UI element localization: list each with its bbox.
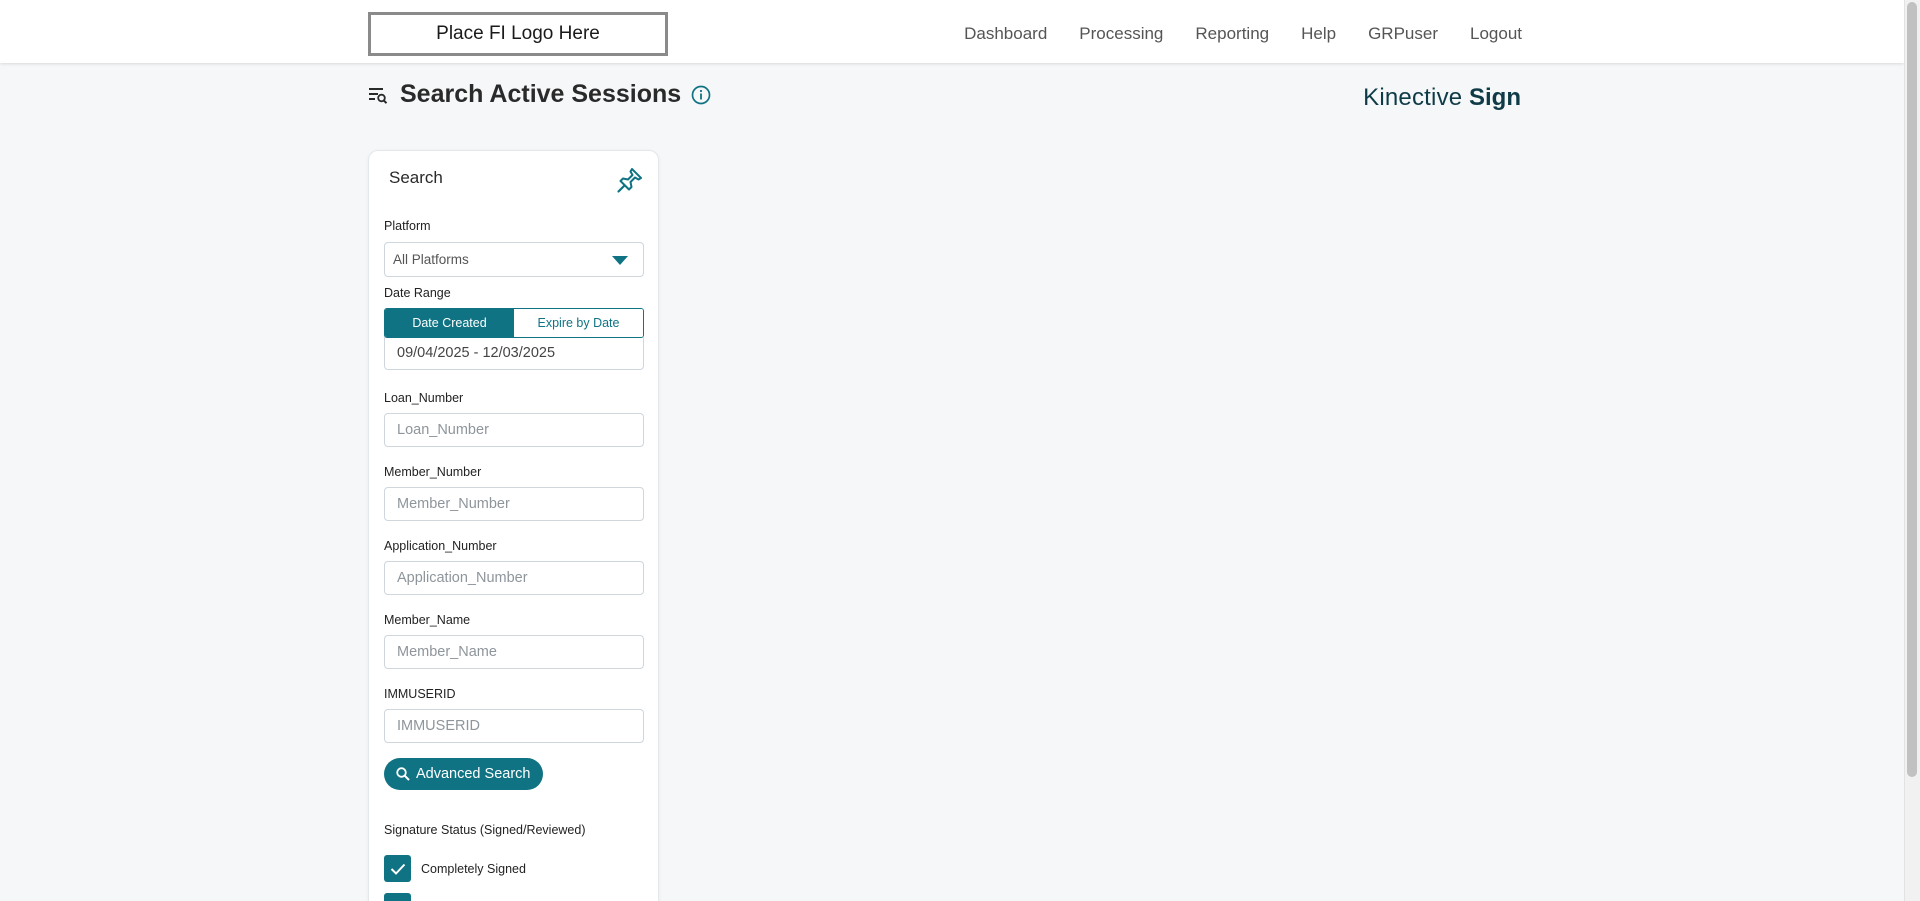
scrollbar-thumb[interactable]: [1907, 2, 1917, 777]
signature-status-label: Signature Status (Signed/Reviewed): [384, 823, 586, 837]
nav-dashboard[interactable]: Dashboard: [964, 24, 1047, 44]
date-range-label: Date Range: [384, 286, 451, 300]
member-number-label: Member_Number: [384, 465, 482, 479]
check-icon: [390, 863, 405, 875]
application-number-input[interactable]: [384, 561, 644, 595]
brand-logo: Kinective Sign: [1363, 84, 1521, 112]
advanced-search-button[interactable]: Advanced Search: [384, 758, 544, 790]
search-panel-title: Search: [389, 168, 443, 187]
checkbox[interactable]: [384, 893, 411, 901]
fi-logo-placeholder[interactable]: Place FI Logo Here: [368, 12, 668, 56]
brand-name: Kinective: [1363, 84, 1463, 111]
nav-help[interactable]: Help: [1301, 24, 1336, 44]
date-range-toggle: Date Created Expire by Date: [384, 308, 644, 338]
search-icon: [396, 767, 410, 781]
nav-user[interactable]: GRPuser: [1368, 24, 1438, 44]
page-scrollbar[interactable]: [1904, 0, 1920, 901]
loan-number-label: Loan_Number: [384, 391, 464, 405]
chevron-down-icon: [612, 256, 628, 265]
date-created-toggle[interactable]: Date Created: [385, 309, 514, 337]
expire-by-date-toggle[interactable]: Expire by Date: [514, 309, 643, 337]
immuserid-input[interactable]: [384, 709, 644, 743]
application-number-label: Application_Number: [384, 539, 497, 553]
search-list-icon: [369, 87, 388, 104]
advanced-search-label: Advanced Search: [416, 766, 531, 782]
info-icon[interactable]: [691, 85, 711, 105]
platform-label: Platform: [384, 219, 431, 233]
checkbox-status-2[interactable]: [384, 893, 411, 901]
platform-select[interactable]: All Platforms: [384, 242, 644, 277]
member-name-label: Member_Name: [384, 613, 471, 627]
loan-number-input[interactable]: [384, 413, 644, 447]
pin-icon[interactable]: [615, 165, 645, 195]
platform-select-value: All Platforms: [393, 252, 469, 267]
main-nav: Dashboard Processing Reporting Help GRPu…: [964, 0, 1522, 68]
immuserid-label: IMMUSERID: [384, 687, 456, 701]
checkbox[interactable]: [384, 855, 411, 882]
page-title: Search Active Sessions: [400, 80, 682, 108]
search-panel: Search Platform All Platforms Date Range…: [368, 150, 659, 901]
member-number-input[interactable]: [384, 487, 644, 521]
date-range-input[interactable]: 09/04/2025 - 12/03/2025: [384, 337, 644, 370]
checkbox-completely-signed[interactable]: Completely Signed: [384, 855, 526, 882]
checkbox-label: Completely Signed: [421, 861, 526, 876]
nav-processing[interactable]: Processing: [1079, 24, 1163, 44]
nav-reporting[interactable]: Reporting: [1195, 24, 1269, 44]
nav-logout[interactable]: Logout: [1470, 24, 1522, 44]
brand-product: Sign: [1469, 84, 1521, 111]
top-navbar: Place FI Logo Here Dashboard Processing …: [0, 0, 1904, 63]
member-name-input[interactable]: [384, 635, 644, 669]
page-header: Search Active Sessions: [368, 80, 711, 109]
